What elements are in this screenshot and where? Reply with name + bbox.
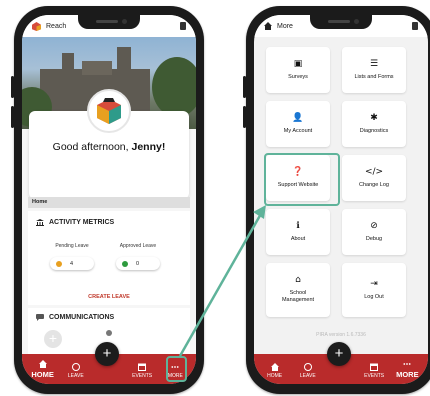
communications-title: COMMUNICATIONS — [49, 314, 115, 321]
greeting-name: Jenny! — [131, 141, 166, 153]
nav-more[interactable]: MORE — [392, 360, 422, 379]
greeting-prefix: Good afternoon, — [52, 141, 132, 153]
tile-log-out-label: Log Out — [364, 293, 384, 300]
school-logo-icon — [97, 98, 121, 124]
calendar-icon — [370, 363, 379, 371]
left-screen: Reach Good afternoon, Jenny! Home ACTIVI… — [22, 15, 196, 384]
activity-metrics-title: ACTIVITY METRICS — [49, 219, 115, 226]
tile-change-log-label: Change Log — [359, 181, 389, 188]
tile-my-account-label: My Account — [283, 127, 313, 134]
nav-more-label: MORE — [396, 370, 419, 379]
welcome-card: Good afternoon, Jenny! — [29, 89, 189, 199]
app-version: PIRA version 1.6.7336 — [316, 332, 366, 338]
menu-icon[interactable] — [180, 22, 186, 30]
tile-debug[interactable]: ⊘ Debug — [342, 209, 406, 255]
nav-leave-label: LEAVE — [299, 373, 316, 379]
pending-leave-value: 4 — [70, 260, 74, 267]
breadcrumb: Home — [28, 197, 190, 208]
tile-surveys-label: Surveys — [288, 73, 308, 80]
person-icon: 👤 — [292, 112, 304, 123]
school-logo — [87, 89, 131, 133]
surveys-icon: ▣ — [293, 58, 303, 69]
tile-about[interactable]: ℹ About — [266, 209, 330, 255]
tile-lists-and-forms[interactable]: ☰ Lists and Forms — [342, 47, 406, 93]
tile-debug-label: Debug — [365, 235, 383, 242]
nav-events-label: EVENTS — [132, 373, 153, 379]
add-button[interactable]: + — [95, 342, 119, 366]
chat-icon — [36, 314, 44, 321]
approved-status-dot — [122, 260, 128, 267]
tile-school-management[interactable]: ⌂ School Management — [266, 263, 330, 317]
nav-leave[interactable]: LEAVE — [293, 363, 323, 379]
menu-icon[interactable] — [412, 22, 418, 30]
tile-surveys[interactable]: ▣ Surveys — [266, 47, 330, 93]
logout-icon: ⇥ — [370, 278, 378, 289]
add-communication-icon[interactable]: + — [44, 330, 62, 348]
create-leave-button[interactable]: CREATE LEAVE — [28, 294, 190, 300]
communications-heading: COMMUNICATIONS — [36, 314, 114, 321]
nav-events[interactable]: EVENTS — [359, 363, 389, 379]
pending-leave-label: Pending Leave — [55, 243, 89, 249]
volume-button — [11, 106, 14, 128]
activity-metrics-panel: ACTIVITY METRICS Pending Leave Approved … — [28, 211, 190, 305]
nav-leave-label: LEAVE — [67, 373, 84, 379]
tile-log-out[interactable]: ⇥ Log Out — [342, 263, 406, 317]
left-phone: Reach Good afternoon, Jenny! Home ACTIVI… — [11, 6, 204, 394]
list-icon: ☰ — [369, 58, 379, 69]
more-icon — [403, 360, 411, 368]
approved-leave-count[interactable]: 0 — [116, 257, 160, 270]
volume-button — [243, 106, 246, 128]
tile-change-log[interactable]: </> Change Log — [342, 155, 406, 201]
debug-icon: ⊘ — [370, 220, 378, 231]
info-icon: ℹ — [296, 220, 300, 231]
tile-diagnostics[interactable]: ✱ Diagnostics — [342, 101, 406, 147]
pending-leave-count[interactable]: 4 — [50, 257, 94, 270]
nav-home[interactable]: HOME — [28, 360, 58, 379]
phone-notch — [310, 15, 372, 29]
contact-avatar — [106, 330, 112, 336]
tile-about-label: About — [290, 235, 306, 242]
add-button[interactable]: + — [327, 342, 351, 366]
more-highlight-box — [166, 356, 187, 382]
pending-status-dot — [56, 260, 62, 267]
approved-leave-value: 0 — [136, 260, 140, 267]
school-icon: ⌂ — [295, 275, 301, 286]
tile-my-account[interactable]: 👤 My Account — [266, 101, 330, 147]
volume-button — [11, 76, 14, 98]
code-icon: </> — [364, 166, 384, 177]
approved-leave-label: Approved Leave — [119, 243, 157, 249]
phone-notch — [78, 15, 140, 29]
home-icon[interactable] — [264, 22, 272, 30]
home-icon — [270, 363, 279, 371]
nav-events[interactable]: EVENTS — [127, 363, 157, 379]
nav-home[interactable]: HOME — [260, 363, 290, 379]
leave-icon — [303, 363, 312, 371]
reach-logo-icon — [32, 21, 41, 31]
tile-lists-and-forms-label: Lists and Forms — [354, 73, 394, 80]
activity-metrics-heading: ACTIVITY METRICS — [36, 219, 114, 226]
leave-icon — [71, 363, 80, 371]
nav-home-label: HOME — [267, 373, 283, 379]
support-website-highlight-box — [264, 153, 340, 206]
nav-home-label: HOME — [31, 370, 54, 379]
calendar-icon — [138, 363, 147, 371]
greeting: Good afternoon, Jenny! — [29, 141, 189, 153]
page-title: More — [277, 22, 293, 30]
home-icon — [38, 360, 47, 368]
volume-button — [243, 76, 246, 98]
nav-events-label: EVENTS — [364, 373, 385, 379]
bank-icon — [36, 219, 44, 226]
app-title: Reach — [46, 22, 67, 30]
nav-leave[interactable]: LEAVE — [61, 363, 91, 379]
tile-diagnostics-label: Diagnostics — [359, 127, 389, 134]
bug-icon: ✱ — [370, 112, 378, 123]
tile-school-management-label: School Management — [281, 290, 315, 303]
